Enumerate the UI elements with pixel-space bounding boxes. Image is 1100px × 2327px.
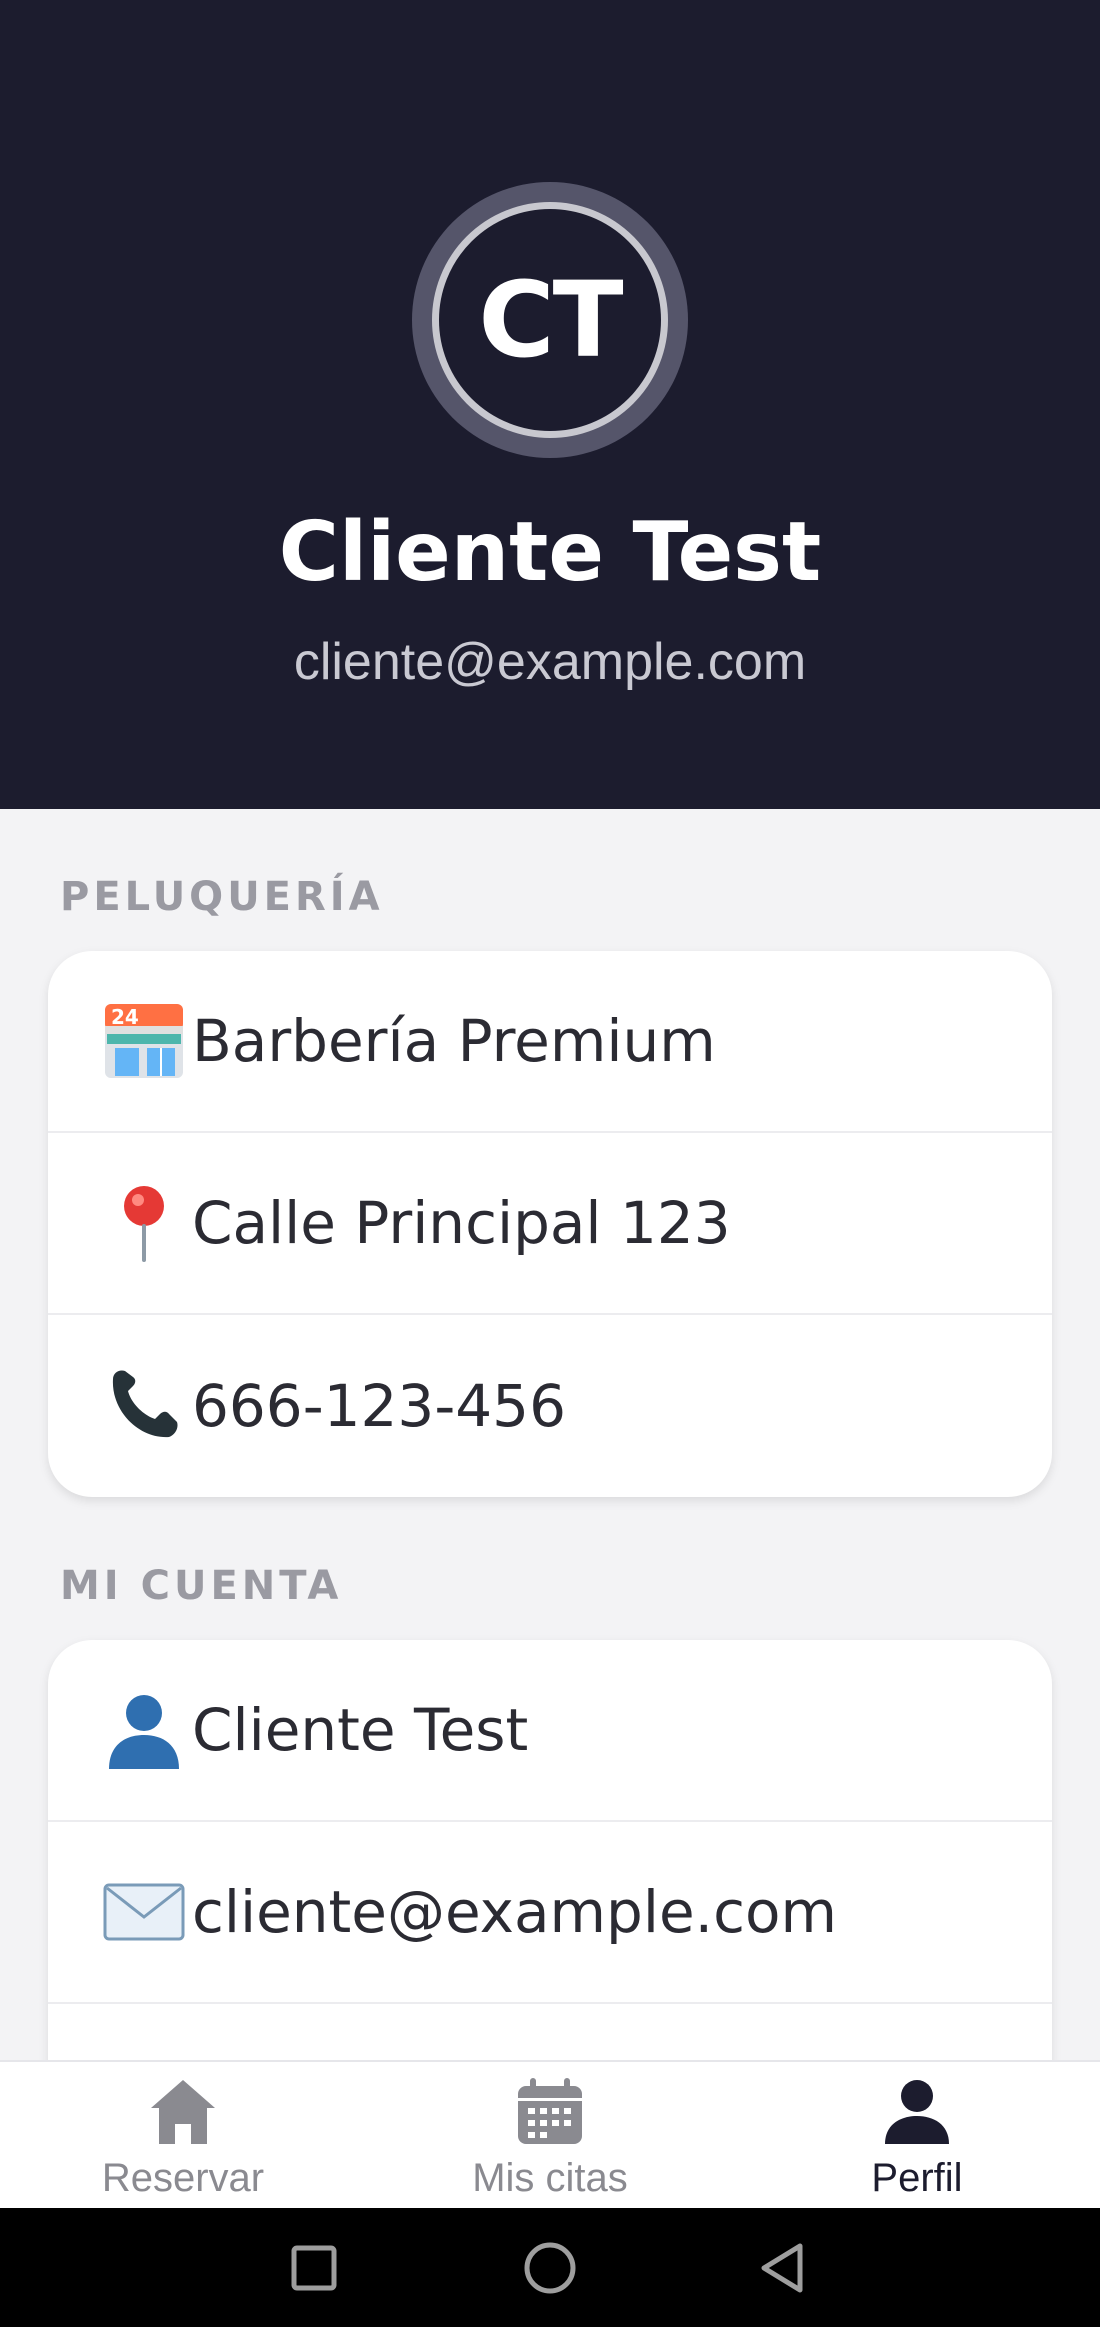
profile-header: CT Cliente Test cliente@example.com <box>0 0 1100 809</box>
salon-card: 24 Barbería Premium Calle Principal 123 <box>48 951 1052 1497</box>
salon-address-row[interactable]: Calle Principal 123 <box>48 1133 1052 1315</box>
account-name-label: Cliente Test <box>192 1696 529 1764</box>
nav-item-mis-citas[interactable]: Mis citas <box>367 2062 733 2210</box>
phone-icon <box>100 1362 188 1450</box>
nav-label-reservar: Reservar <box>101 2156 265 2200</box>
account-card: Cliente Test cliente@example.com <box>48 1640 1052 2120</box>
home-icon <box>147 2076 219 2148</box>
home-circle-icon[interactable] <box>518 2236 582 2300</box>
calendar-icon <box>514 2076 586 2148</box>
avatar-initials: CT <box>478 259 623 381</box>
salon-phone-label: 666-123-456 <box>192 1372 566 1440</box>
back-icon[interactable] <box>750 2236 814 2300</box>
salon-name-row[interactable]: 24 Barbería Premium <box>48 951 1052 1133</box>
nav-item-perfil[interactable]: Perfil <box>734 2062 1100 2210</box>
location-pin-icon <box>100 1179 188 1267</box>
system-nav-bar <box>0 2208 1100 2327</box>
user-icon <box>100 1686 188 1774</box>
bottom-nav: Reservar Mis citas Perfil <box>0 2060 1100 2208</box>
section-title-account: MI CUENTA <box>60 1563 343 1609</box>
nav-label-perfil: Perfil <box>871 2156 963 2200</box>
nav-item-reservar[interactable]: Reservar <box>0 2062 366 2210</box>
person-icon <box>881 2076 953 2148</box>
recents-icon[interactable] <box>282 2236 346 2300</box>
section-title-salon: PELUQUERÍA <box>60 874 384 920</box>
salon-name-label: Barbería Premium <box>192 1007 716 1075</box>
store-icon: 24 <box>100 997 188 1085</box>
profile-name: Cliente Test <box>278 505 822 600</box>
avatar: CT <box>432 202 668 438</box>
account-name-row[interactable]: Cliente Test <box>48 1640 1052 1822</box>
avatar-ring: CT <box>412 182 688 458</box>
nav-label-mis-citas: Mis citas <box>472 2156 628 2200</box>
profile-screen: CT Cliente Test cliente@example.com PELU… <box>0 0 1100 2327</box>
svg-text:24: 24 <box>111 1005 139 1029</box>
salon-phone-row[interactable]: 666-123-456 <box>48 1315 1052 1497</box>
account-email-label: cliente@example.com <box>192 1878 837 1946</box>
salon-address-label: Calle Principal 123 <box>192 1189 731 1257</box>
profile-email: cliente@example.com <box>293 633 807 691</box>
account-email-row[interactable]: cliente@example.com <box>48 1822 1052 2004</box>
envelope-icon <box>100 1868 188 1956</box>
